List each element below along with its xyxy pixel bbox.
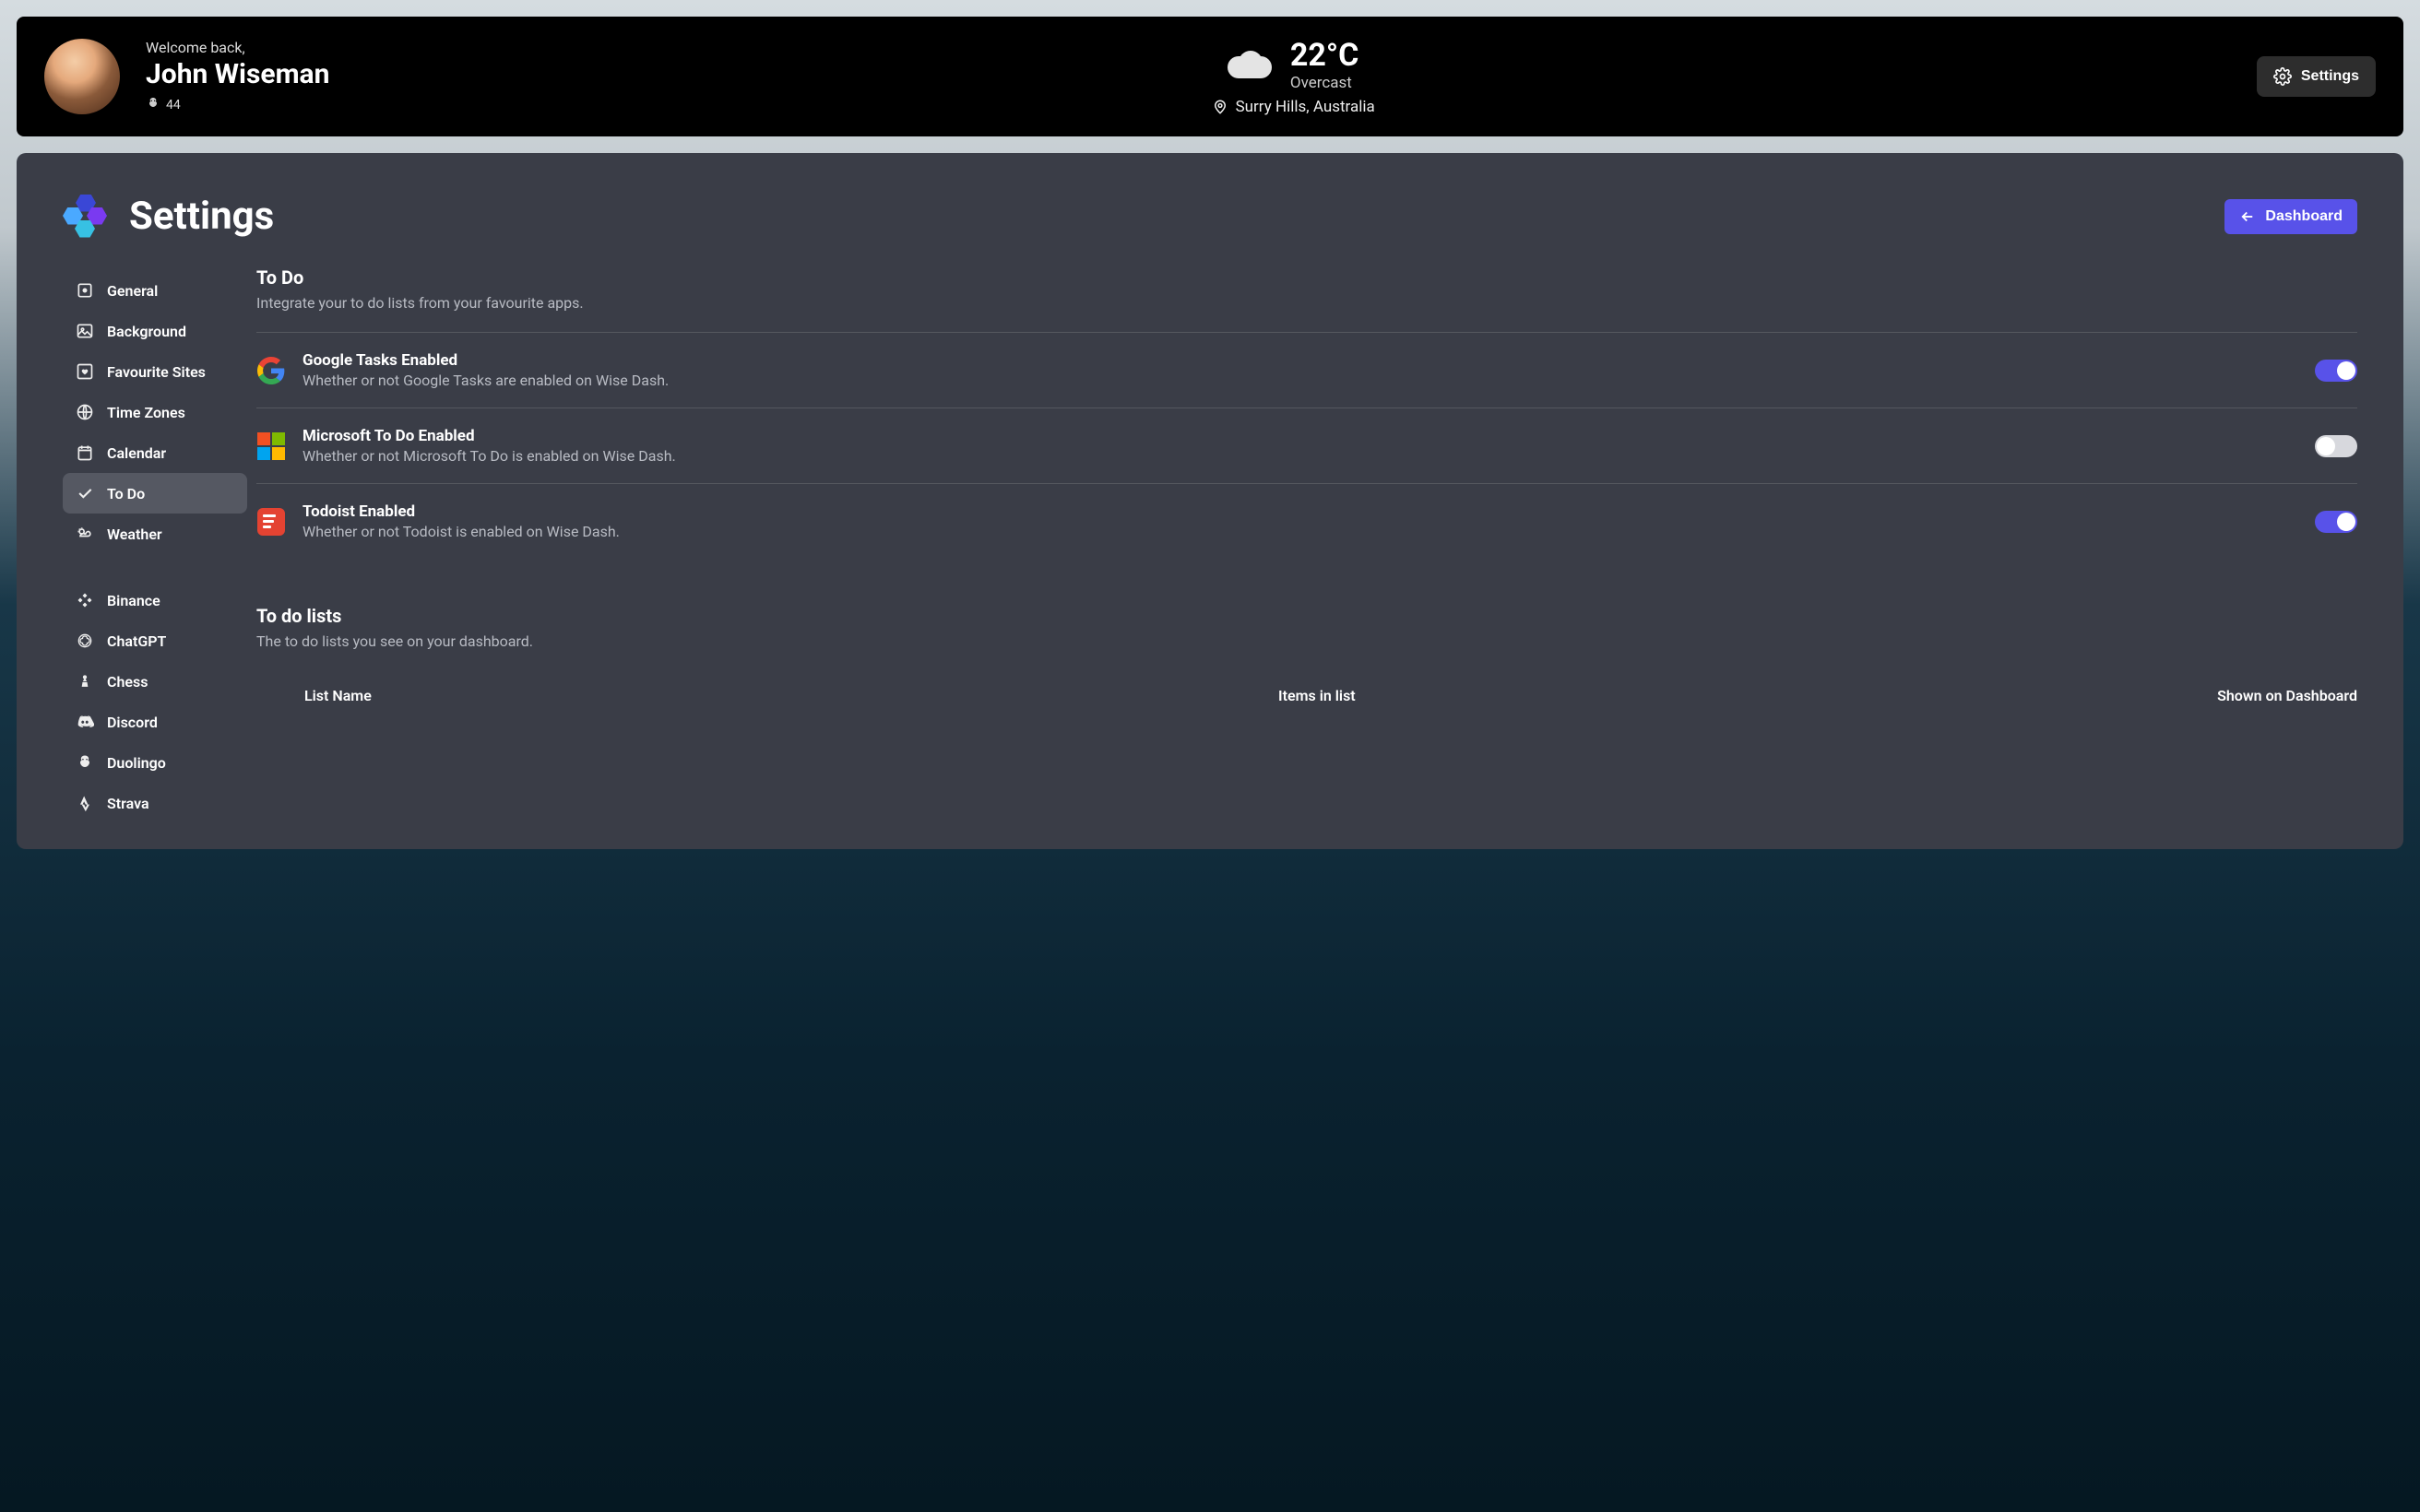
sidebar-item-label: Binance [107, 592, 160, 609]
sidebar-item-label: Strava [107, 795, 149, 812]
user-info: Welcome back, John Wiseman 44 [146, 39, 329, 114]
dashboard-button-label: Dashboard [2265, 208, 2343, 225]
top-bar: Welcome back, John Wiseman 44 22°C Overc… [17, 17, 2403, 136]
settings-button-label: Settings [2301, 68, 2359, 85]
sidebar-item-label: Discord [107, 714, 158, 731]
chatgpt-icon [76, 632, 94, 650]
setting-title: Todoist Enabled [302, 502, 2298, 521]
sidebar-item-duolingo[interactable]: Duolingo [63, 742, 247, 783]
sidebar-item-favourite-sites[interactable]: Favourite Sites [63, 351, 247, 392]
cloud-icon [1228, 51, 1272, 78]
location-icon [1212, 99, 1228, 115]
sidebar-item-to-do[interactable]: To Do [63, 473, 247, 514]
sidebar-item-weather[interactable]: Weather [63, 514, 247, 554]
page-title: Settings [129, 194, 274, 239]
lists-section-title: To do lists [256, 605, 2357, 627]
google-icon [256, 356, 286, 385]
todoist-icon [256, 507, 286, 537]
image-icon [76, 322, 94, 340]
section-title: To Do [256, 266, 2357, 289]
square-target-icon [76, 281, 94, 300]
calendar-icon [76, 443, 94, 462]
globe-icon [76, 403, 94, 421]
sidebar-item-label: Calendar [107, 444, 166, 462]
discord-icon [76, 713, 94, 731]
weather-block: 22°C Overcast Surry Hills, Australia [1164, 37, 1422, 116]
avatar[interactable] [44, 39, 120, 114]
microsoft-todo-toggle[interactable] [2315, 435, 2357, 457]
setting-description: Whether or not Todoist is enabled on Wis… [302, 523, 2298, 540]
chess-pawn-icon [76, 672, 94, 691]
sidebar-item-background[interactable]: Background [63, 311, 247, 351]
settings-button[interactable]: Settings [2257, 56, 2376, 97]
points-count: 44 [166, 98, 181, 112]
welcome-text: Welcome back, [146, 39, 329, 56]
weather-condition: Overcast [1290, 74, 1359, 92]
settings-sidebar: General Background Favourite Sites Time … [63, 266, 247, 849]
duolingo-owl-icon [76, 753, 94, 772]
column-items-in-list: Items in list [1278, 687, 2164, 704]
sidebar-item-label: Time Zones [107, 404, 185, 421]
sidebar-item-binance[interactable]: Binance [63, 580, 247, 620]
strava-icon [76, 794, 94, 812]
sidebar-item-label: Background [107, 323, 186, 340]
setting-title: Google Tasks Enabled [302, 351, 2298, 370]
lists-table-header: List Name Items in list Shown on Dashboa… [256, 670, 2357, 714]
dashboard-button[interactable]: Dashboard [2224, 199, 2357, 234]
temperature: 22°C [1290, 37, 1359, 74]
binance-icon [76, 591, 94, 609]
setting-row-microsoft-todo: Microsoft To Do Enabled Whether or not M… [256, 408, 2357, 484]
todoist-toggle[interactable] [2315, 511, 2357, 533]
arrow-left-icon [2239, 208, 2256, 225]
app-logo-icon [63, 195, 107, 239]
sidebar-item-general[interactable]: General [63, 270, 247, 311]
sidebar-item-label: General [107, 282, 158, 300]
column-list-name: List Name [304, 687, 1278, 704]
heart-box-icon [76, 362, 94, 381]
check-icon [76, 484, 94, 502]
setting-title: Microsoft To Do Enabled [302, 427, 2298, 445]
sidebar-item-time-zones[interactable]: Time Zones [63, 392, 247, 432]
google-tasks-toggle[interactable] [2315, 360, 2357, 382]
setting-row-todoist: Todoist Enabled Whether or not Todoist i… [256, 484, 2357, 559]
column-shown-on-dashboard: Shown on Dashboard [2164, 687, 2357, 704]
weather-icon [76, 525, 94, 543]
settings-main: To Do Integrate your to do lists from yo… [247, 266, 2357, 849]
sidebar-item-label: Weather [107, 526, 162, 543]
setting-row-google-tasks: Google Tasks Enabled Whether or not Goog… [256, 333, 2357, 408]
section-description: Integrate your to do lists from your fav… [256, 294, 2357, 312]
owl-icon [146, 96, 160, 114]
sidebar-item-strava[interactable]: Strava [63, 783, 247, 823]
setting-description: Whether or not Google Tasks are enabled … [302, 372, 2298, 389]
gear-icon [2273, 67, 2292, 86]
sidebar-item-calendar[interactable]: Calendar [63, 432, 247, 473]
sidebar-item-chess[interactable]: Chess [63, 661, 247, 702]
location-row: Surry Hills, Australia [1212, 98, 1375, 116]
sidebar-item-chatgpt[interactable]: ChatGPT [63, 620, 247, 661]
username: John Wiseman [146, 58, 329, 90]
sidebar-item-label: Chess [107, 673, 148, 691]
setting-description: Whether or not Microsoft To Do is enable… [302, 447, 2298, 465]
points-badge: 44 [146, 96, 329, 114]
sidebar-item-label: Favourite Sites [107, 363, 206, 381]
sidebar-item-label: ChatGPT [107, 632, 166, 650]
sidebar-item-label: Duolingo [107, 754, 166, 772]
lists-section-description: The to do lists you see on your dashboar… [256, 632, 2357, 650]
location-text: Surry Hills, Australia [1236, 98, 1375, 116]
microsoft-icon [256, 431, 286, 461]
settings-panel: Settings Dashboard General Background Fa [17, 153, 2403, 849]
sidebar-item-label: To Do [107, 485, 145, 502]
sidebar-item-discord[interactable]: Discord [63, 702, 247, 742]
